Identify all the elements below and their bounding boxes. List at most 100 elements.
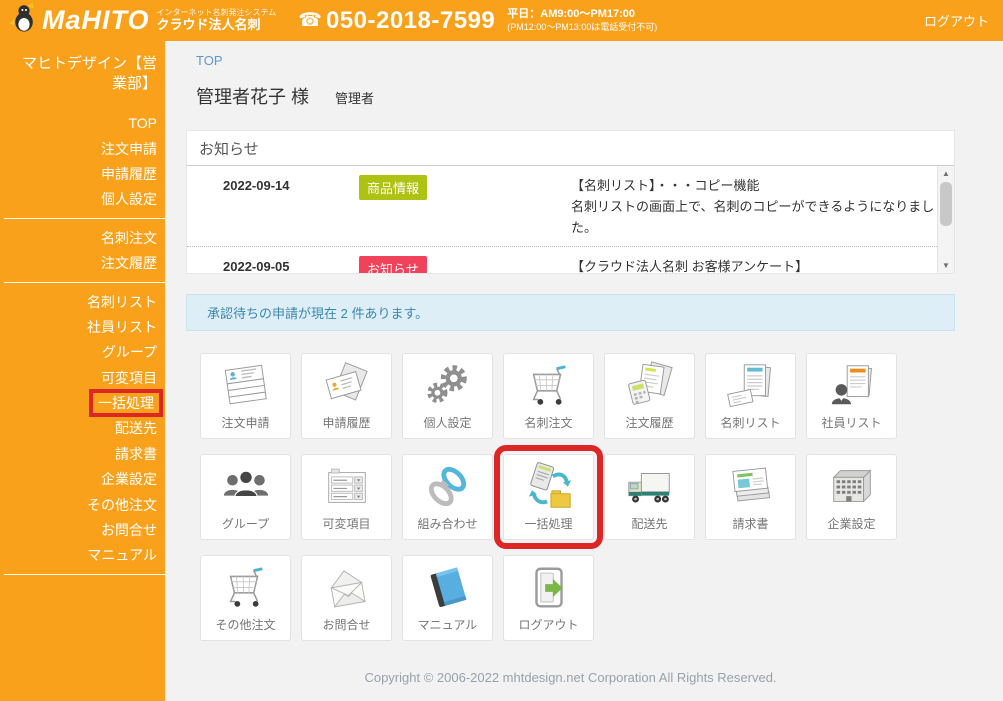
cart-icon [220,560,272,616]
notice-date: 2022-09-05 [223,256,359,273]
sync-folder-icon [523,459,575,515]
tile-group[interactable]: グループ [200,454,291,540]
phone-number: 050-2018-7599 [326,7,495,35]
notice-panel: お知らせ 2022-09-14 商品情報 【名刺リスト】・・・コピー機能 名刺リ… [186,130,955,274]
tile-other-order[interactable]: その他注文 [200,555,291,641]
sidebar: マヒトデザイン【営業部】 TOP 注文申請 申請履歴 個人設定 名刺注文 注文履… [0,41,165,701]
tile-label: 一括処理 [524,515,572,532]
cart-icon [523,358,575,414]
scroll-up-icon[interactable]: ▲ [938,166,954,181]
notice-item: 2022-09-05 お知らせ 【クラウド法人名刺 お客様アンケート】 前回のア… [187,246,937,273]
pending-approval-alert: 承認待ちの申請が現在 2 件あります。 [186,294,955,331]
tile-label: 個人設定 [423,414,471,431]
notice-list[interactable]: 2022-09-14 商品情報 【名刺リスト】・・・コピー機能 名刺リストの画面… [187,166,937,273]
tile-label: 企業設定 [827,515,875,532]
highlight-box-sidebar: 一括処理 [89,389,163,417]
door-logout-icon [523,560,575,616]
main-content: TOP 管理者花子 様 管理者 お知らせ 2022-09-14 商品情報 【名刺… [165,41,1003,701]
sidebar-divider [4,574,165,575]
sidebar-item-order-request[interactable]: 注文申請 [0,136,165,161]
mascot-logo-icon [8,2,40,39]
form-list-icon [321,459,373,515]
sidebar-item-contact[interactable]: お問合せ [0,517,165,542]
tile-label: 組み合わせ [417,515,477,532]
tile-company-settings[interactable]: 企業設定 [806,454,897,540]
tile-shipping-address[interactable]: 配送先 [604,454,695,540]
tile-label: 可変項目 [322,515,370,532]
tile-logout[interactable]: ログアウト [503,555,594,641]
group-icon [220,459,272,515]
sidebar-item-request-history[interactable]: 申請履歴 [0,161,165,186]
tile-personal-settings[interactable]: 個人設定 [402,353,493,439]
notice-item: 2022-09-14 商品情報 【名刺リスト】・・・コピー機能 名刺リストの画面… [187,166,937,246]
brand-tagline: クラウド法人名刺 [157,18,277,33]
breadcrumb[interactable]: TOP [196,53,223,68]
phone-block: ☎ 050-2018-7599 平日：AM9:00～PM17:00 (PM12:… [298,7,657,35]
tile-label: 名刺注文 [524,414,572,431]
truck-icon [624,459,676,515]
tile-card-list[interactable]: 名刺リスト [705,353,796,439]
tile-manual[interactable]: マニュアル [402,555,493,641]
notice-line: 名刺リストの画面上で、名刺のコピーができるようになりました。 [571,196,937,238]
sidebar-item-variable-fields[interactable]: 可変項目 [0,365,165,390]
tile-card-order[interactable]: 名刺注文 [503,353,594,439]
tile-batch-process[interactable]: 一括処理 [503,454,594,540]
logout-link[interactable]: ログアウト [924,11,989,30]
sidebar-item-manual[interactable]: マニュアル [0,543,165,568]
sidebar-item-group[interactable]: グループ [0,340,165,365]
document-list-icon [725,358,777,414]
business-hours-line1: 平日：AM9:00～PM17:00 [507,8,657,22]
tile-label: お問合せ [322,616,370,633]
tile-label: グループ [222,515,269,532]
tile-combination[interactable]: 組み合わせ [402,454,493,540]
tile-invoice[interactable]: 請求書 [705,454,796,540]
sidebar-item-company-settings[interactable]: 企業設定 [0,467,165,492]
notice-scrollbar[interactable]: ▲ ▼ [937,166,954,273]
sidebar-item-employee-list[interactable]: 社員リスト [0,314,165,339]
envelope-icon [321,560,373,616]
scroll-down-icon[interactable]: ▼ [938,258,954,273]
sidebar-item-invoice[interactable]: 請求書 [0,441,165,466]
sidebar-item-order-history[interactable]: 注文履歴 [0,250,165,275]
shortcut-grid: 注文申請 申請履歴 [200,353,900,641]
tile-label: 注文申請 [221,414,269,431]
top-bar: MaHITO インターネット名刺発注システム クラウド法人名刺 ☎ 050-20… [0,0,1003,41]
tile-label: 申請履歴 [322,414,370,431]
tile-order-history[interactable]: 注文履歴 [604,353,695,439]
sidebar-item-shipping-address[interactable]: 配送先 [0,416,165,441]
notice-badge-product-info: 商品情報 [359,175,427,200]
tile-label: 配送先 [631,515,667,532]
sidebar-divider [4,282,165,283]
sidebar-item-top[interactable]: TOP [0,111,165,136]
copyright-text: Copyright © 2006-2022 mhtdesign.net Corp… [186,670,955,685]
sidebar-item-batch-process[interactable]: 一括処理 [0,390,165,415]
brand-logo[interactable]: MaHITO インターネット名刺発注システム クラウド法人名刺 [8,2,276,39]
brand-name: MaHITO [42,5,150,36]
gears-icon [422,358,474,414]
tile-request-history[interactable]: 申請履歴 [301,353,392,439]
book-icon [422,560,474,616]
tile-contact[interactable]: お問合せ [301,555,392,641]
sidebar-item-personal-settings[interactable]: 個人設定 [0,187,165,212]
tile-label: ログアウト [518,616,578,633]
brand-tagline-small: インターネット名刺発注システム [157,8,277,17]
tile-order-request[interactable]: 注文申請 [200,353,291,439]
tile-label: 請求書 [732,515,768,532]
scrollbar-thumb[interactable] [940,182,952,226]
organization-name: マヒトデザイン【営業部】 [0,41,165,95]
notice-badge-news: お知らせ [359,256,427,273]
tile-label: マニュアル [418,616,478,633]
sidebar-item-other-order[interactable]: その他注文 [0,492,165,517]
sidebar-divider [4,218,165,219]
sidebar-item-card-order[interactable]: 名刺注文 [0,225,165,250]
invoice-icon [725,459,777,515]
tile-employee-list[interactable]: 社員リスト [806,353,897,439]
notice-title: お知らせ [187,131,954,166]
phone-icon: ☎ [298,9,322,32]
notice-line: 【クラウド法人名刺 お客様アンケート】 [571,256,937,273]
tile-label: 注文履歴 [625,414,673,431]
person-document-icon [826,358,878,414]
cards-fan-icon [321,358,373,414]
sidebar-item-card-list[interactable]: 名刺リスト [0,289,165,314]
tile-variable-fields[interactable]: 可変項目 [301,454,392,540]
